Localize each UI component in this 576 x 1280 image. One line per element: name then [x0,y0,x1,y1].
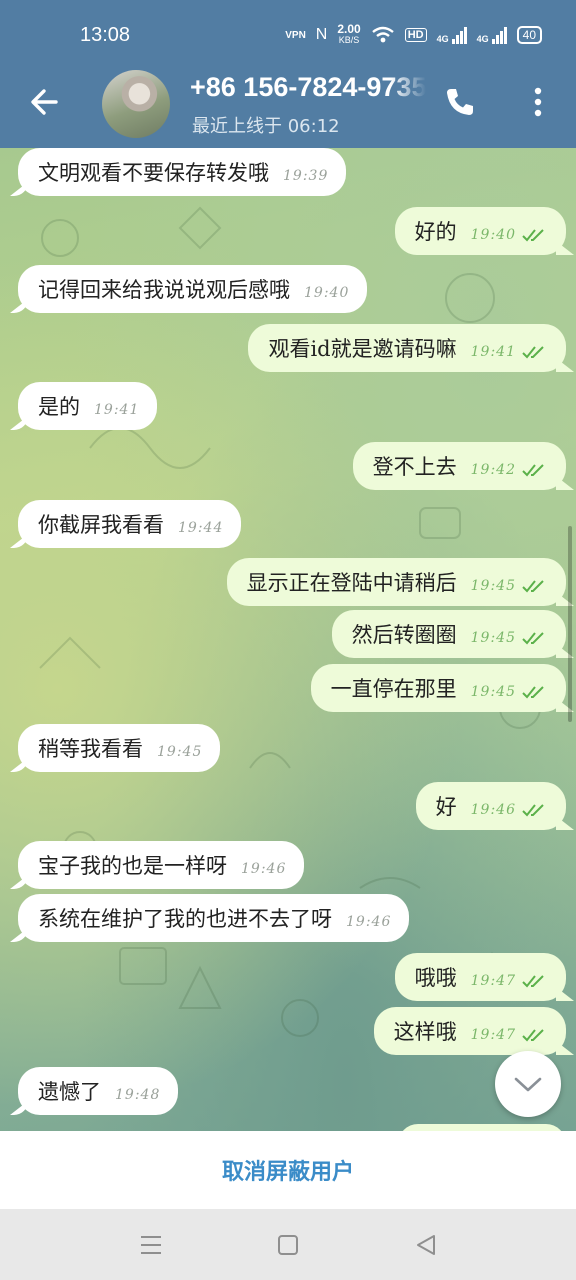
avatar[interactable] [102,70,170,138]
message-time: 19:44 [178,520,224,536]
message-time: 19:45 [470,684,516,700]
status-icons: VPN N 2.00 KB/S HD 4G 4G 40 [285,22,542,46]
message-outgoing[interactable]: 哦哦 19:47 [394,953,566,1001]
double-check-icon [522,580,544,593]
message-time: 19:47 [470,973,516,989]
message-incoming[interactable]: 遗憾了 19:48 [18,1067,179,1115]
message-text: 这样哦 [393,1020,457,1044]
double-check-icon [522,975,544,988]
message-text: 系统在维护了我的也进不去了呀 [38,907,332,931]
signal-2-icon: 4G [476,26,507,44]
message-outgoing[interactable]: 显示正在登陆中请稍后 19:45 [226,558,566,606]
message-text: 宝子我的也是一样呀 [38,854,227,878]
message-time: 19:48 [115,1087,161,1103]
more-vertical-icon [534,87,542,117]
message-time: 19:45 [470,578,516,594]
unblock-user-button[interactable]: 取消屏蔽用户 [222,1154,354,1186]
scrollbar[interactable] [568,526,572,722]
status-time: 13:08 [80,24,131,46]
message-incoming[interactable]: 文明观看不要保存转发哦 19:39 [18,148,347,196]
message-text: 哦哦 [414,966,457,990]
message-text: 文明观看不要保存转发哦 [38,161,269,185]
message-time: 19:41 [470,344,516,360]
chat-messages[interactable]: 文明观看不要保存转发哦 19:39 好的 19:40 记得回来给我说说观后感哦 … [0,148,576,1131]
chat-header: +86 156-7824-9735 最近上线于 06:12 [0,68,576,148]
chevron-down-icon [514,1077,542,1092]
message-outgoing[interactable]: 观看id就是邀请码嘛 19:41 [248,324,566,372]
message-outgoing[interactable]: 登不上去 19:42 [352,442,566,490]
message-outgoing[interactable]: 好 19:46 [415,782,566,830]
message-incoming[interactable]: 你截屏我看看 19:44 [18,500,242,548]
vpn-icon: VPN [285,29,306,41]
message-time: 19:47 [470,1027,516,1043]
message-outgoing[interactable]: 一直停在那里 19:45 [310,664,566,712]
network-speed-value: 2.00 [337,22,361,36]
message-time: 19:40 [470,227,516,243]
network-type-1: 4G [436,33,449,44]
double-check-icon [522,464,544,477]
call-button[interactable] [440,82,480,122]
message-text: 好 [435,795,457,819]
message-text: 好的 [414,220,457,244]
double-check-icon [522,1029,544,1042]
network-type-2: 4G [476,33,489,44]
message-outgoing[interactable]: 好的 19:40 [394,207,566,255]
double-check-icon [522,229,544,242]
message-text: 你截屏我看看 [38,513,164,537]
status-bar: 13:08 VPN N 2.00 KB/S HD 4G 4G 40 [0,0,576,68]
message-time: 19:41 [94,402,140,418]
message-incoming[interactable]: 记得回来给我说说观后感哦 19:40 [18,265,368,313]
message-incoming[interactable]: 稍等我看看 19:45 [18,724,221,772]
contact-name[interactable]: +86 156-7824-9735 [190,72,426,103]
hd-icon: HD [404,28,427,42]
message-outgoing-partial[interactable] [398,1124,566,1131]
message-time: 19:39 [283,168,329,184]
network-speed-unit: KB/S [338,35,360,45]
message-time: 19:46 [241,861,287,877]
menu-icon[interactable] [135,1229,167,1261]
signal-1-icon: 4G [436,26,467,44]
message-outgoing[interactable]: 这样哦 19:47 [373,1007,566,1055]
message-time: 19:46 [346,914,392,930]
message-time: 19:46 [470,802,516,818]
double-check-icon [522,804,544,817]
arrow-left-icon [31,89,58,115]
message-text: 遗憾了 [38,1080,101,1104]
phone-icon [447,89,473,115]
message-time: 19:40 [304,285,350,301]
message-text: 记得回来给我说说观后感哦 [38,278,290,302]
double-check-icon [522,346,544,359]
back-triangle-icon[interactable] [410,1229,442,1261]
message-outgoing[interactable]: 然后转圈圈 19:45 [331,610,566,658]
nfc-icon: N [315,26,328,43]
message-text: 稍等我看看 [38,737,143,761]
message-incoming[interactable]: 宝子我的也是一样呀 19:46 [18,841,305,889]
network-speed: 2.00 KB/S [337,22,361,46]
more-options-button[interactable] [524,82,552,122]
home-icon[interactable] [272,1229,304,1261]
message-time: 19:42 [470,462,516,478]
message-incoming[interactable]: 是的 19:41 [18,382,158,430]
message-text: 是的 [38,395,80,419]
double-check-icon [522,632,544,645]
unblock-bar: 取消屏蔽用户 [0,1131,576,1209]
message-text: 然后转圈圈 [351,623,457,647]
message-text: 显示正在登陆中请稍后 [246,571,457,595]
battery-icon: 40 [516,26,542,44]
last-seen-status: 最近上线于 06:12 [192,116,340,137]
message-incoming[interactable]: 系统在维护了我的也进不去了呀 19:46 [18,894,410,942]
wifi-icon [371,26,394,43]
message-text: 登不上去 [372,455,457,479]
message-text: 观看id就是邀请码嘛 [268,337,457,361]
back-button[interactable] [26,82,66,122]
message-time: 19:45 [157,744,203,760]
system-nav-bar [0,1209,576,1280]
scroll-down-button[interactable] [495,1051,561,1117]
double-check-icon [522,686,544,699]
message-text: 一直停在那里 [330,677,457,701]
message-time: 19:45 [470,630,516,646]
